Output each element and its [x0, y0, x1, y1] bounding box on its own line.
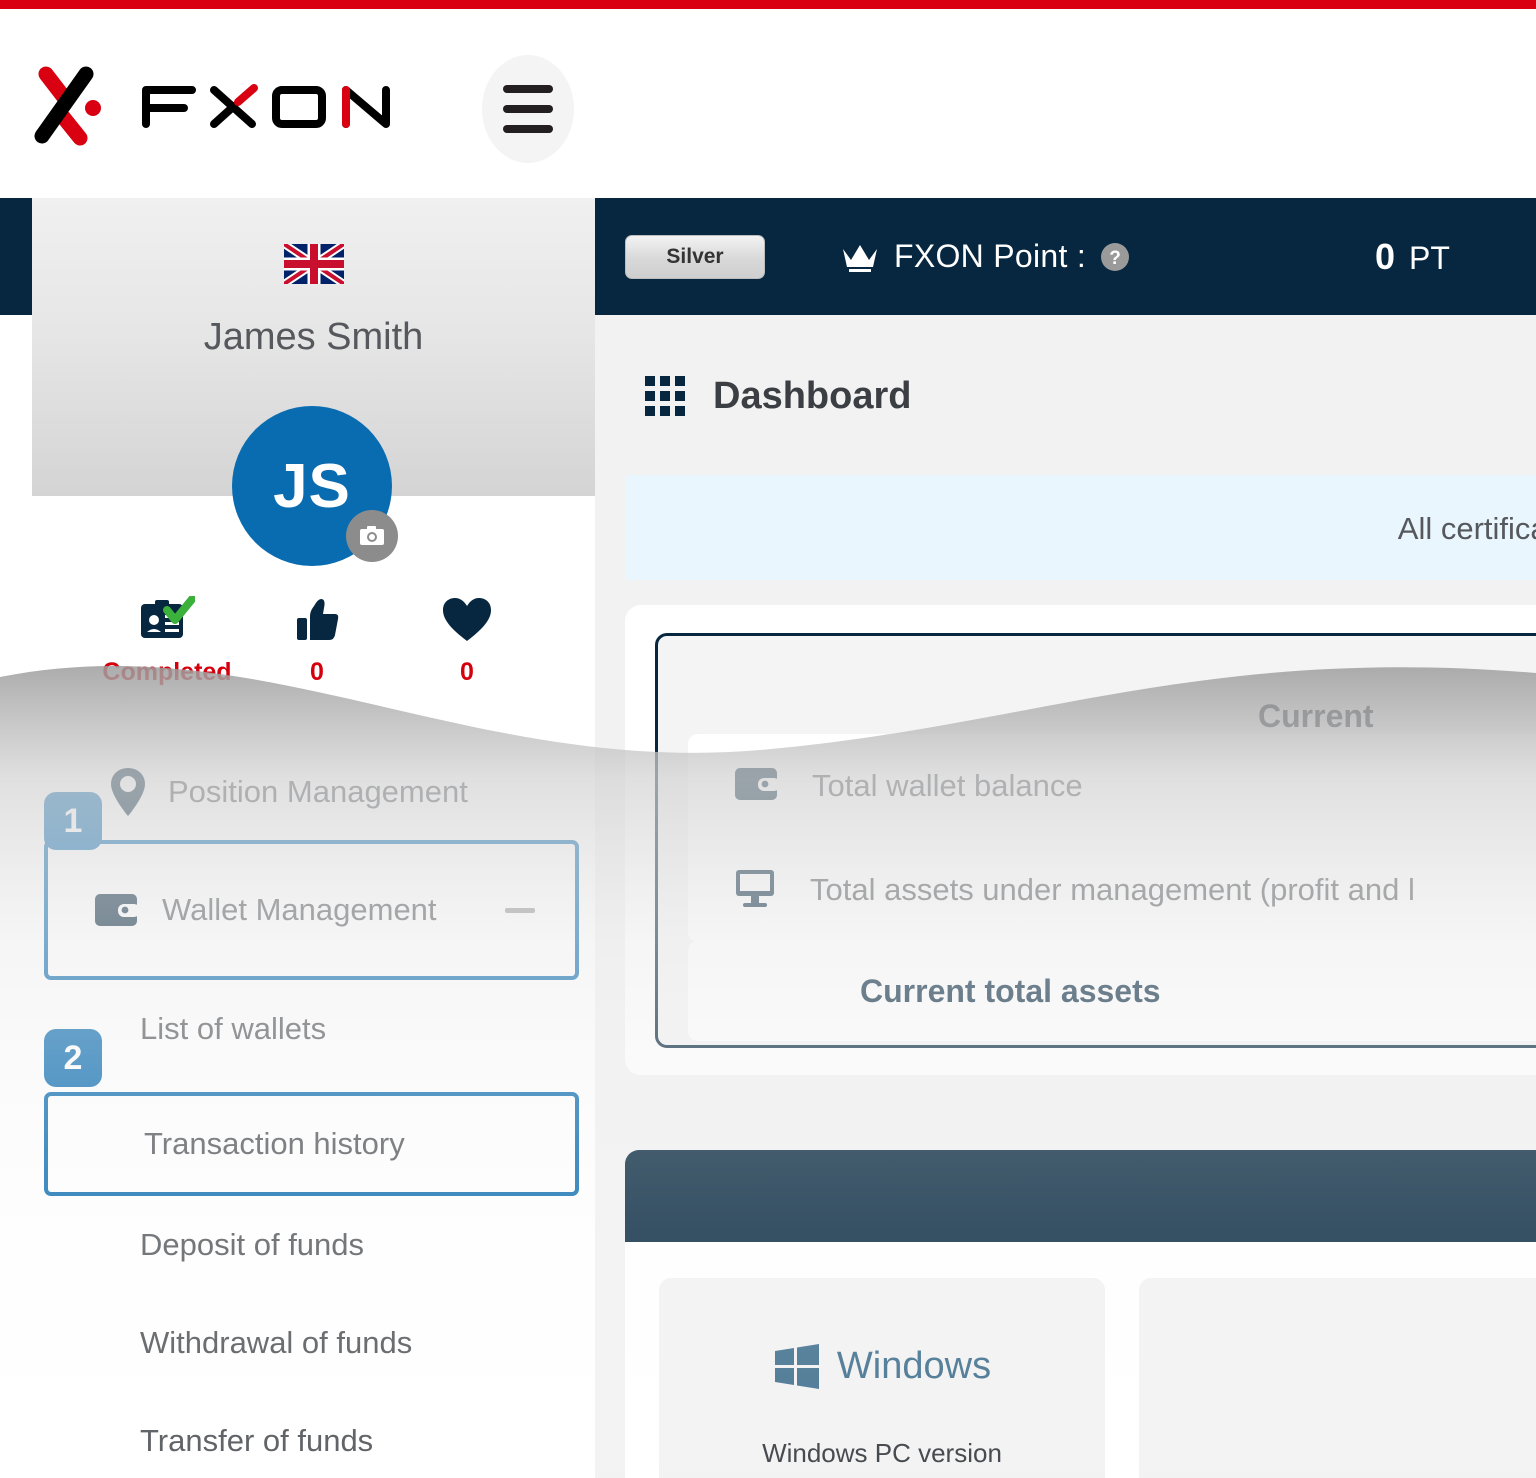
id-card-check-icon — [141, 596, 195, 638]
point-unit: PT — [1409, 239, 1450, 276]
fxon-wordmark — [142, 84, 390, 128]
download-tile-secondary[interactable] — [1139, 1278, 1536, 1478]
fxon-point-label: FXON Point : — [894, 238, 1087, 274]
fxon-x-mark-icon — [34, 66, 101, 146]
top-accent-bar — [0, 0, 1536, 9]
stat-label: Completed — [102, 658, 232, 686]
sidebar-item-label: Transaction history — [144, 1126, 405, 1161]
sidebar-item-list-of-wallets[interactable]: List of wallets — [32, 980, 595, 1078]
hamburger-menu-button[interactable] — [482, 55, 574, 163]
windows-logo-row: Windows — [773, 1342, 991, 1390]
page-title: Dashboard — [713, 375, 912, 417]
page-header: Dashboard — [645, 375, 911, 418]
camera-icon[interactable] — [346, 510, 398, 562]
step-badge-1: 1 — [44, 792, 102, 850]
sidebar: James Smith JS Completed 0 0 Position Ma… — [32, 198, 595, 1478]
assets-inner-panel: Current Total wallet balance Total asset… — [655, 633, 1536, 1048]
utility-bar: Silver FXON Point : ? 0 PT — [595, 198, 1536, 315]
tier-badge[interactable]: Silver — [625, 234, 765, 279]
stat-favorites[interactable]: 0 — [392, 596, 542, 687]
asset-row-label: Total assets under management (profit an… — [810, 872, 1415, 907]
asset-row-label: Total wallet balance — [812, 768, 1083, 803]
assets-summary-card: Current Total wallet balance Total asset… — [625, 605, 1536, 1075]
download-tile-windows[interactable]: Windows Windows PC version — [659, 1278, 1105, 1478]
hamburger-bar — [503, 125, 553, 133]
sidebar-item-withdrawal-of-funds[interactable]: Withdrawal of funds — [32, 1294, 595, 1392]
uk-flag-icon[interactable] — [283, 244, 344, 284]
sidebar-item-label: Wallet Management — [162, 892, 437, 927]
download-section-header: T — [625, 1150, 1536, 1242]
sidebar-item-label: Position Management — [168, 774, 468, 809]
windows-logo-icon — [774, 1344, 819, 1389]
hamburger-bar — [503, 85, 553, 93]
point-value-group: 0 PT — [1375, 236, 1450, 278]
sidebar-item-deposit-of-funds[interactable]: Deposit of funds — [32, 1196, 595, 1294]
current-total-assets-label: Current total assets — [860, 972, 1161, 1009]
collapse-minus-icon[interactable] — [505, 907, 535, 913]
notice-text: All certificates — [1397, 511, 1536, 546]
point-value: 0 — [1375, 235, 1396, 277]
crown-icon — [843, 244, 877, 272]
heart-icon — [443, 598, 491, 641]
sidebar-item-position-management[interactable]: Position Management — [32, 744, 595, 840]
fxon-logo[interactable] — [28, 59, 416, 151]
fxon-point-group: FXON Point : ? — [840, 238, 1130, 275]
user-name: James Smith — [203, 316, 424, 358]
download-section-card: T Windows Windows PC version — [625, 1150, 1536, 1478]
sidebar-item-label: Transfer of funds — [140, 1423, 374, 1458]
wallet-icon — [94, 892, 138, 928]
stat-label: 0 — [310, 658, 324, 686]
thumbs-up-icon — [297, 599, 339, 640]
current-total-assets-row: Current total assets — [688, 941, 1536, 1041]
sidebar-item-label: Withdrawal of funds — [140, 1325, 413, 1360]
sidebar-item-label: List of wallets — [140, 1011, 327, 1046]
sidebar-nav: Position Management Wallet Management Li… — [32, 744, 595, 1478]
step-badge-2: 2 — [44, 1029, 102, 1087]
monitor-icon — [734, 868, 776, 913]
sidebar-item-transaction-history[interactable]: Transaction history — [44, 1092, 579, 1196]
svg-text:?: ? — [1109, 248, 1121, 269]
language-flag-wrap[interactable] — [32, 244, 595, 284]
stat-label: 0 — [460, 658, 474, 686]
profile-stats: Completed 0 0 — [92, 596, 542, 687]
windows-label: Windows — [836, 1344, 992, 1387]
question-mark-icon[interactable]: ? — [1100, 242, 1130, 272]
stat-likes[interactable]: 0 — [242, 596, 392, 687]
app-root: Silver FXON Point : ? 0 PT James Smith J… — [0, 0, 1536, 1478]
asset-row-assets-under-management: Total assets under management (profit an… — [688, 838, 1536, 942]
sidebar-item-label: Deposit of funds — [140, 1227, 365, 1262]
left-rail-lower — [0, 315, 32, 1478]
brand-header — [0, 9, 1536, 198]
download-tiles: Windows Windows PC version — [625, 1242, 1536, 1478]
camera-glyph-icon — [360, 526, 384, 545]
asset-row-wallet-balance: Total wallet balance — [688, 734, 1536, 838]
download-tile-caption: Windows PC version — [762, 1438, 1002, 1468]
stat-verification[interactable]: Completed — [92, 596, 242, 687]
assets-rows: Total wallet balance Total assets under … — [688, 734, 1536, 942]
assets-heading: Current — [1258, 698, 1374, 734]
avatar-wrap[interactable]: JS — [232, 406, 398, 566]
wallet-icon — [734, 766, 780, 807]
certificates-notice-bar: All certificates — [625, 475, 1536, 580]
left-rail-strip — [0, 198, 32, 315]
sidebar-item-transfer-of-funds[interactable]: Transfer of funds — [32, 1392, 595, 1478]
sidebar-item-wallet-management[interactable]: Wallet Management — [44, 840, 579, 980]
location-pin-icon — [108, 766, 148, 818]
main-content: Dashboard All certificates Current — [595, 315, 1536, 1478]
hamburger-bar — [503, 105, 553, 113]
grid-icon — [645, 375, 685, 416]
